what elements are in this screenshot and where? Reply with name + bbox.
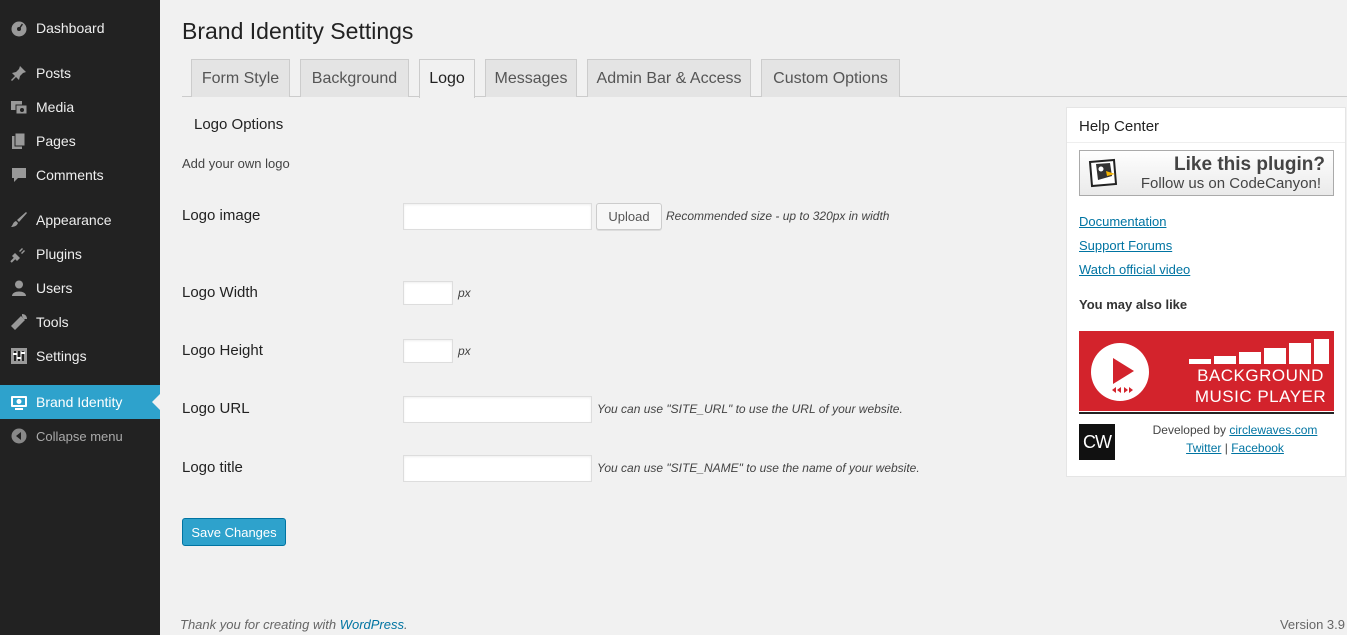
promo-title-line1: BACKGROUND <box>1197 366 1324 385</box>
logo-image-input[interactable] <box>403 203 592 230</box>
section-description: Add your own logo <box>182 156 290 171</box>
support-forums-link[interactable]: Support Forums <box>1079 238 1172 253</box>
documentation-link[interactable]: Documentation <box>1079 214 1166 229</box>
sidebar-item-label: Users <box>36 280 73 296</box>
logo-title-input[interactable] <box>403 455 592 482</box>
pages-icon <box>0 132 36 150</box>
logo-height-unit: px <box>458 344 471 358</box>
sidebar-item-label: Dashboard <box>36 20 105 36</box>
plug-icon <box>0 245 36 263</box>
play-icon <box>1090 342 1150 405</box>
sidebar-item-label: Plugins <box>36 246 82 262</box>
footer-credit: Thank you for creating with WordPress. <box>180 617 408 632</box>
promo-divider <box>1079 412 1334 414</box>
logo-image-label: Logo image <box>182 207 261 224</box>
sidebar-item-tools[interactable]: Tools <box>0 305 160 339</box>
dashboard-icon <box>0 19 36 37</box>
sidebar-item-plugins[interactable]: Plugins <box>0 237 160 271</box>
twitter-link[interactable]: Twitter <box>1186 441 1221 455</box>
comment-icon <box>0 166 36 184</box>
tab-custom-options[interactable]: Custom Options <box>761 59 900 97</box>
logo-width-unit: px <box>458 286 471 300</box>
logo-height-label: Logo Height <box>182 342 263 359</box>
sidebar-item-label: Comments <box>36 167 104 183</box>
tab-background[interactable]: Background <box>300 59 409 97</box>
section-title: Logo Options <box>194 116 284 133</box>
help-center-panel: Help Center Like this plugin? Follow us … <box>1066 107 1346 477</box>
brush-icon <box>0 211 36 229</box>
wrench-icon <box>0 313 36 331</box>
sidebar-item-settings[interactable]: Settings <box>0 339 160 373</box>
logo-url-label: Logo URL <box>182 400 250 417</box>
sidebar-item-label: Media <box>36 99 75 115</box>
developed-by-text: Developed by circlewaves.com <box>1135 423 1335 437</box>
save-changes-button[interactable]: Save Changes <box>182 518 286 546</box>
sidebar-item-label: Appearance <box>36 212 112 228</box>
circlewaves-logo: CW <box>1079 424 1115 460</box>
sidebar-item-brand-identity[interactable]: Brand Identity <box>0 385 160 419</box>
social-separator: | <box>1221 441 1232 455</box>
sidebar-item-pages[interactable]: Pages <box>0 124 160 158</box>
help-center-title: Help Center <box>1079 118 1160 135</box>
tab-messages[interactable]: Messages <box>485 59 577 97</box>
logo-image-hint: Recommended size - up to 320px in width <box>666 209 890 223</box>
wordpress-link[interactable]: WordPress <box>340 617 404 632</box>
logo-width-label: Logo Width <box>182 284 258 301</box>
logo-width-input[interactable] <box>403 281 453 305</box>
tab-admin-bar-access[interactable]: Admin Bar & Access <box>587 59 751 97</box>
tab-form-style[interactable]: Form Style <box>191 59 290 97</box>
page-title: Brand Identity Settings <box>182 18 414 44</box>
mascot-icon <box>1086 156 1120 193</box>
tab-logo[interactable]: Logo <box>419 59 475 98</box>
sidebar-item-dashboard[interactable]: Dashboard <box>0 11 160 45</box>
sidebar-item-comments[interactable]: Comments <box>0 158 160 192</box>
help-divider <box>1067 142 1345 143</box>
sidebar-item-posts[interactable]: Posts <box>0 56 160 90</box>
watch-video-link[interactable]: Watch official video <box>1079 262 1190 277</box>
footer-text: Thank you for creating with <box>180 617 340 632</box>
sidebar-item-label: Posts <box>36 65 72 81</box>
music-player-promo-banner[interactable]: BACKGROUND MUSIC PLAYER <box>1079 331 1334 411</box>
logo-height-input[interactable] <box>403 339 453 363</box>
logo-title-hint: You can use "SITE_NAME" to use the name … <box>597 461 920 475</box>
monitor-icon <box>0 393 36 411</box>
volume-bars-icon <box>1189 339 1329 368</box>
like-plugin-text: Like this plugin? <box>1174 154 1325 175</box>
sidebar-item-users[interactable]: Users <box>0 271 160 305</box>
logo-url-hint: You can use "SITE_URL" to use the URL of… <box>597 402 903 416</box>
footer-suffix: . <box>404 617 408 632</box>
user-icon <box>0 279 36 297</box>
version-text: Version 3.9 <box>1279 617 1345 632</box>
settings-icon <box>0 347 36 365</box>
media-icon <box>0 98 36 116</box>
facebook-link[interactable]: Facebook <box>1231 441 1284 455</box>
promo-title-line2: MUSIC PLAYER <box>1194 387 1327 406</box>
settings-tabs: Form Style Background Logo Messages Admi… <box>182 59 1347 98</box>
collapse-menu-label: Collapse menu <box>36 428 123 444</box>
sidebar-item-appearance[interactable]: Appearance <box>0 203 160 237</box>
follow-codecanyon-text: Follow us on CodeCanyon! <box>1140 175 1321 192</box>
admin-sidebar: Dashboard Posts Media Pages Comments App… <box>0 0 160 635</box>
sidebar-item-label: Tools <box>36 314 69 330</box>
logo-url-input[interactable] <box>403 396 592 423</box>
sidebar-item-label: Pages <box>36 133 76 149</box>
social-links: Twitter | Facebook <box>1135 441 1335 455</box>
upload-button[interactable]: Upload <box>596 203 662 230</box>
sidebar-item-media[interactable]: Media <box>0 90 160 124</box>
circlewaves-link[interactable]: circlewaves.com <box>1229 423 1317 437</box>
logo-title-label: Logo title <box>182 459 243 476</box>
collapse-arrow-icon <box>0 428 36 444</box>
sidebar-item-label: Settings <box>36 348 87 364</box>
pin-icon <box>0 64 36 82</box>
collapse-menu-button[interactable]: Collapse menu <box>0 419 160 453</box>
developed-by-label: Developed by <box>1152 423 1230 437</box>
also-like-heading: You may also like <box>1079 297 1188 312</box>
sidebar-item-label: Brand Identity <box>36 394 123 410</box>
codecanyon-follow-banner[interactable]: Like this plugin? Follow us on CodeCanyo… <box>1079 150 1334 196</box>
